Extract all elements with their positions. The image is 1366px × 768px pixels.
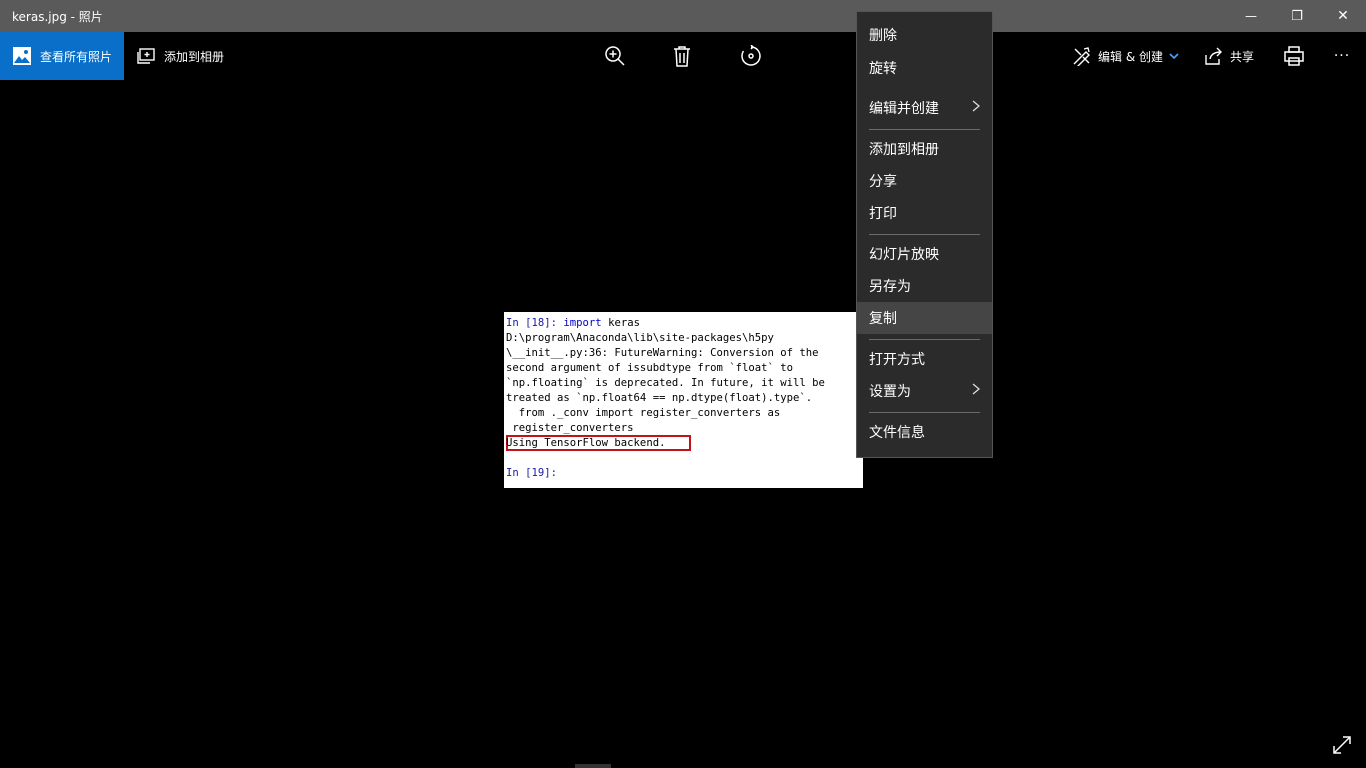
more-button[interactable]: ··· [1330, 44, 1354, 68]
close-icon: ✕ [1337, 8, 1349, 24]
zoom-in-icon [605, 46, 625, 66]
menu-separator [869, 129, 980, 130]
photo-text-line: `np.floating` is deprecated. In future, … [506, 376, 825, 391]
menu-item[interactable]: 打开方式 [857, 343, 992, 375]
delete-button[interactable] [670, 44, 694, 68]
menu-item[interactable]: 分享 [857, 165, 992, 197]
photo-text-segment: In [ [506, 317, 532, 329]
photo-text-line: second argument of issubdtype from `floa… [506, 361, 793, 376]
photo-text-segment: ]: [544, 467, 558, 479]
photo-text-line: In [19]: [506, 466, 557, 481]
photo-text-line: D:\program\Anaconda\lib\site-packages\h5… [506, 331, 774, 346]
chevron-right-icon [972, 383, 981, 399]
minimize-button[interactable]: — [1228, 0, 1274, 32]
menu-item-label: 分享 [869, 174, 897, 190]
delete-icon [674, 46, 690, 67]
menu-item[interactable]: 删除 [857, 19, 992, 51]
photo-text-line: Using TensorFlow backend. [506, 436, 665, 451]
photo-text-segment: Using TensorFlow backend. [506, 437, 666, 449]
menu-item-label: 打印 [869, 206, 897, 222]
menu-item-label: 旋转 [869, 61, 897, 77]
menu-item[interactable]: 文件信息 [857, 416, 992, 448]
view-all-photos-label: 查看所有照片 [40, 49, 113, 64]
photo-text-segment: 19 [531, 467, 545, 479]
chevron-right-icon [972, 100, 981, 116]
menu-item-label: 文件信息 [869, 425, 925, 441]
photo-text-segment: ]: [544, 317, 564, 329]
toolbar: 查看所有照片 添加到相册 编辑 & 创建 共享 ··· [0, 32, 1366, 80]
title-bar: keras.jpg - 照片 — ❐ ✕ [0, 0, 1366, 32]
add-to-album-label: 添加到相册 [164, 49, 225, 64]
context-menu: 删除旋转编辑并创建添加到相册分享打印幻灯片放映另存为复制打开方式设置为文件信息 [856, 11, 993, 458]
menu-item-label: 删除 [869, 28, 897, 44]
close-button[interactable]: ✕ [1320, 0, 1366, 32]
rotate-icon [741, 45, 761, 66]
photo-text-line: In [18]: import keras [506, 316, 640, 331]
menu-item-label: 幻灯片放映 [869, 247, 939, 263]
photo-text-segment: `np.floating` is deprecated. In future, … [506, 377, 825, 389]
menu-item[interactable]: 编辑并创建 [857, 92, 992, 124]
photo-text-segment: treated as `np.float64 == np.dtype(float… [506, 392, 813, 404]
full-screen-button[interactable] [1330, 733, 1354, 757]
minimize-icon: — [1245, 9, 1257, 23]
scroll-indicator [575, 764, 611, 768]
photo-text-segment: D:\program\Anaconda\lib\site-packages\h5… [506, 332, 774, 344]
photo-text-segment: \__init__.py:36: FutureWarning: Conversi… [506, 347, 819, 359]
photo-text-segment: register_converters [506, 422, 634, 434]
menu-item[interactable]: 旋转 [857, 52, 992, 84]
menu-separator [869, 234, 980, 235]
photo-text-segment: import [563, 317, 602, 329]
chevron-down-icon [1169, 51, 1179, 62]
menu-item[interactable]: 复制 [857, 302, 992, 334]
photo-text-line: from ._conv import register_converters a… [506, 406, 781, 421]
edit-create-icon [1072, 46, 1092, 66]
photo-text-line: treated as `np.float64 == np.dtype(float… [506, 391, 812, 406]
share-icon [1204, 46, 1224, 66]
restore-icon: ❐ [1291, 8, 1303, 24]
photo-text-segment: 18 [531, 317, 545, 329]
photo-text-line: \__init__.py:36: FutureWarning: Conversi… [506, 346, 819, 361]
restore-button[interactable]: ❐ [1274, 0, 1320, 32]
zoom-in-button[interactable] [603, 44, 627, 68]
share-label: 共享 [1230, 49, 1255, 64]
edit-create-button[interactable]: 编辑 & 创建 [1072, 32, 1179, 80]
menu-item-label: 另存为 [869, 279, 911, 295]
menu-item[interactable]: 添加到相册 [857, 133, 992, 165]
photo-text-segment: from ._conv import register_converters a… [506, 407, 781, 419]
photo-text-segment: keras [601, 317, 640, 329]
menu-item-label: 打开方式 [869, 352, 925, 368]
menu-item-label: 编辑并创建 [869, 101, 939, 117]
more-icon: ··· [1333, 48, 1351, 64]
add-to-album-icon [136, 46, 156, 66]
menu-item[interactable]: 设置为 [857, 375, 992, 407]
menu-item[interactable]: 打印 [857, 197, 992, 229]
add-to-album-button[interactable]: 添加到相册 [136, 32, 224, 80]
print-icon [1284, 46, 1304, 66]
menu-item[interactable]: 另存为 [857, 270, 992, 302]
window-title: keras.jpg - 照片 [12, 10, 103, 24]
menu-item-label: 添加到相册 [869, 142, 939, 158]
print-button[interactable] [1282, 44, 1306, 68]
menu-item-label: 复制 [869, 311, 897, 327]
share-button[interactable]: 共享 [1204, 32, 1254, 80]
expand-icon [1333, 736, 1351, 754]
photos-icon [12, 46, 32, 66]
view-all-photos-button[interactable]: 查看所有照片 [0, 32, 124, 80]
photo-text-segment: second argument of issubdtype from `floa… [506, 362, 794, 374]
menu-separator [869, 339, 980, 340]
photo-text-line: register_converters [506, 421, 634, 436]
menu-separator [869, 412, 980, 413]
menu-item-label: 设置为 [869, 384, 911, 400]
edit-create-label: 编辑 & 创建 [1098, 49, 1163, 64]
rotate-button[interactable] [739, 44, 763, 68]
menu-item[interactable]: 幻灯片放映 [857, 238, 992, 270]
photo-text-segment: In [ [506, 467, 532, 479]
displayed-photo: In [18]: import keras D:\program\Anaconda… [504, 312, 863, 488]
